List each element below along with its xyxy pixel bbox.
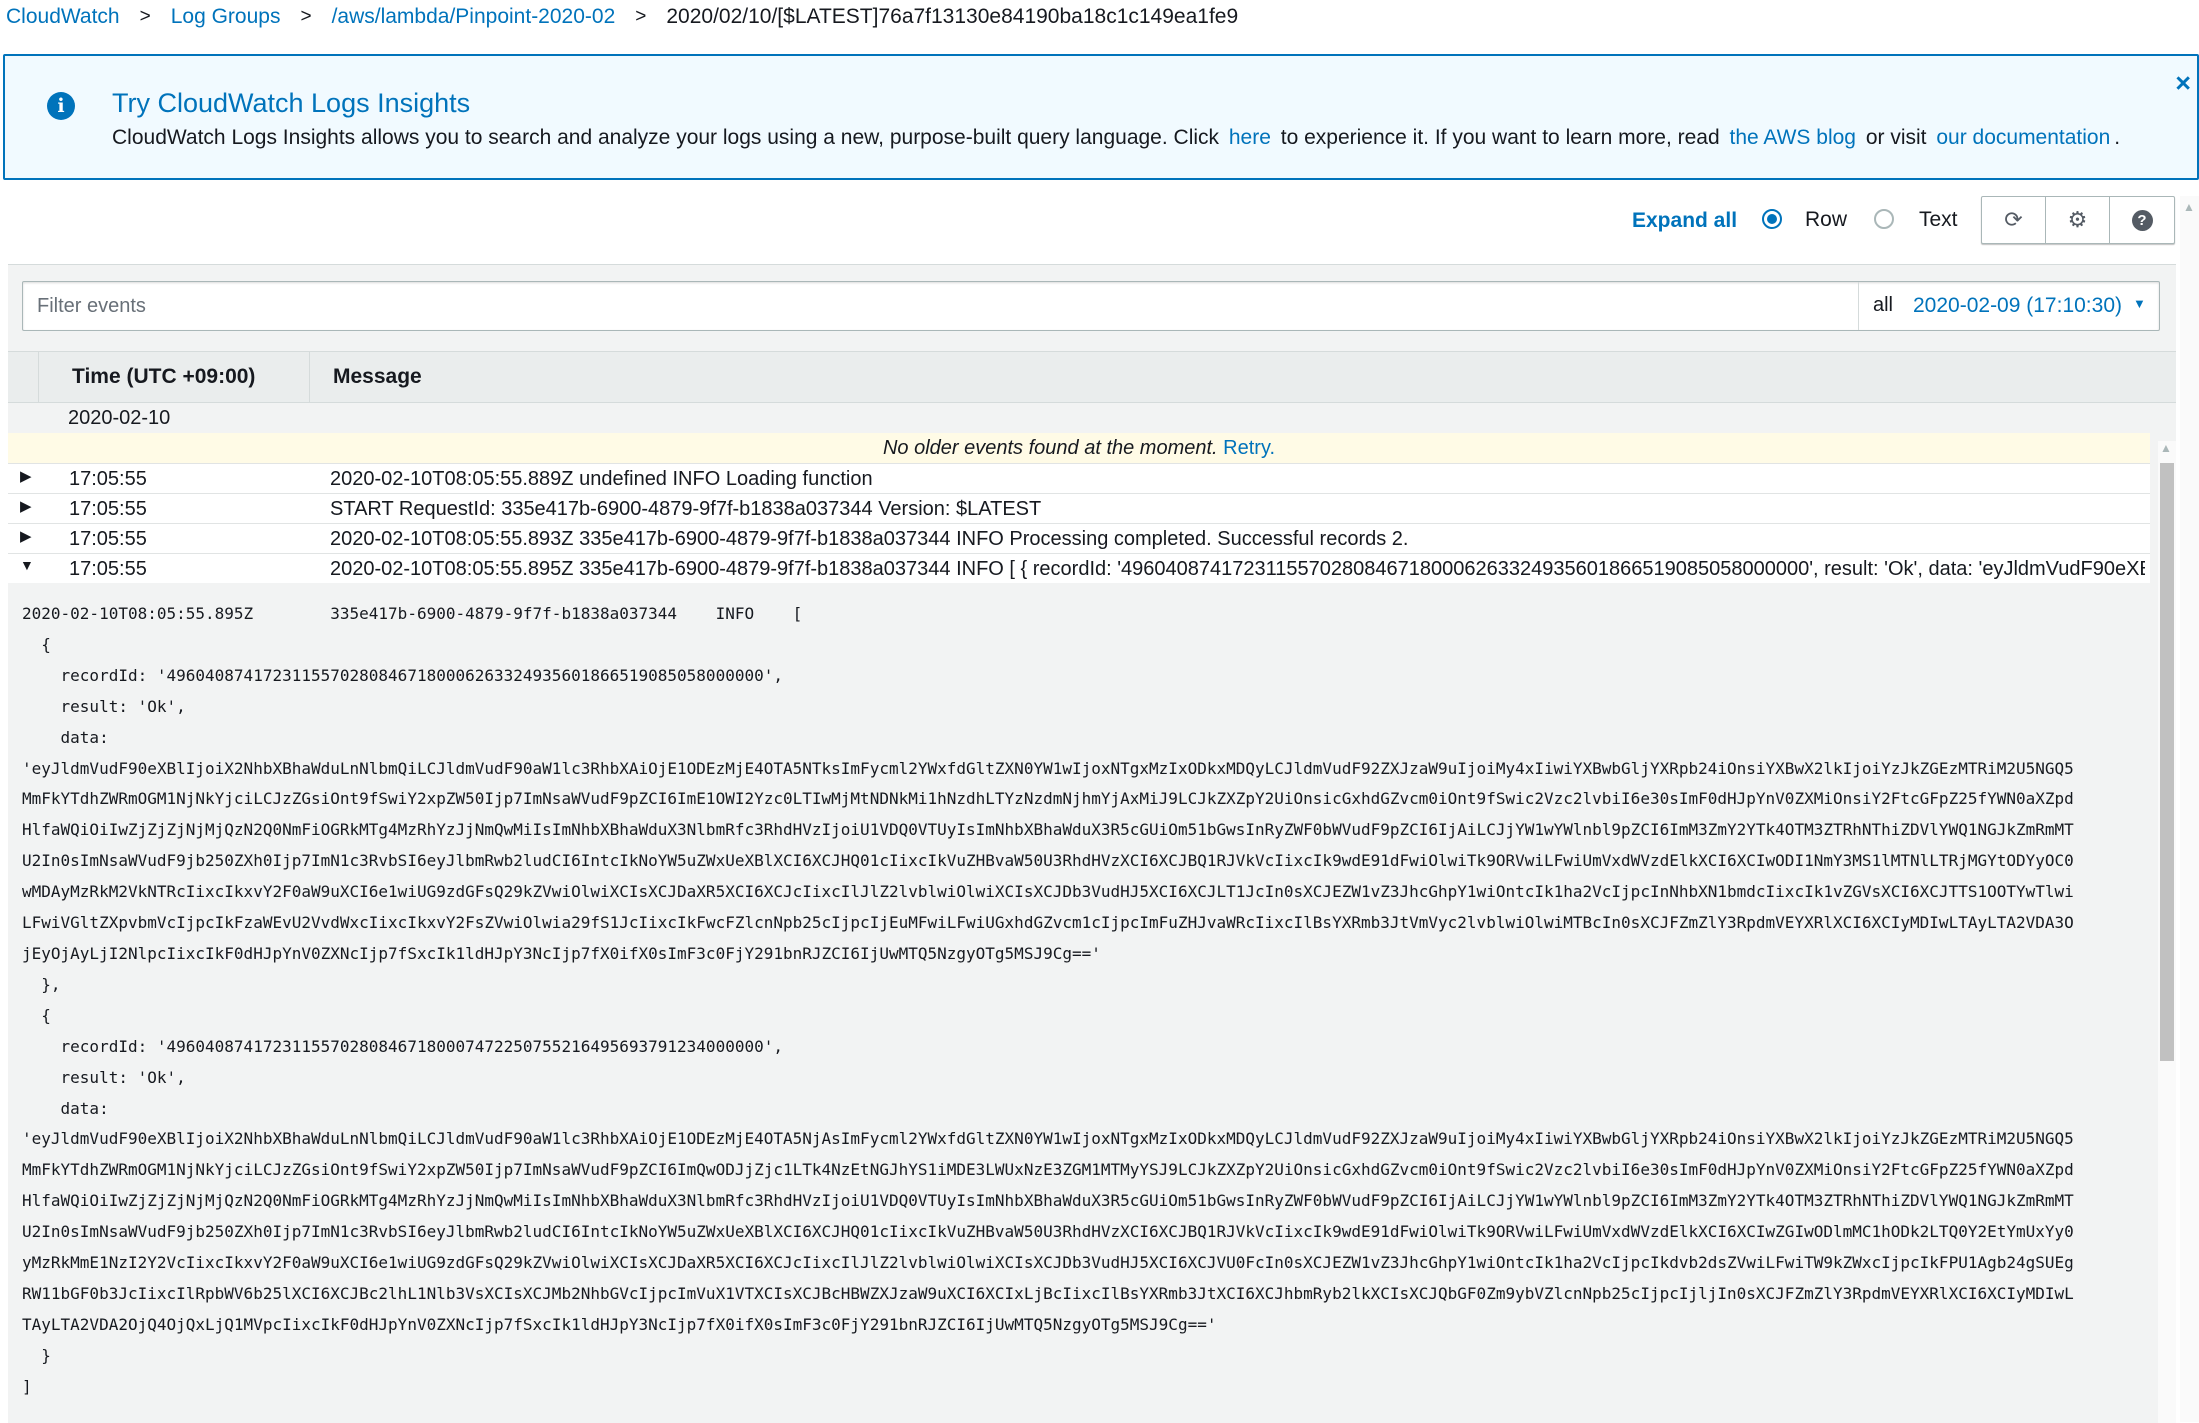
table-row[interactable]: ▶ 17:05:55 START RequestId: 335e417b-690… [8,493,2150,523]
breadcrumb-log-groups[interactable]: Log Groups [171,5,281,29]
scroll-up-icon[interactable]: ▲ [2160,441,2172,455]
events-scrollbar[interactable]: ▲ [2158,441,2176,1423]
filter-bar: all 2020-02-09 (17:10:30) ▼ [22,281,2160,331]
caret-right-icon[interactable]: ▶ [20,497,32,515]
expanded-event-detail: 2020-02-10T08:05:55.895Z 335e417b-6900-4… [8,583,2150,1423]
scroll-up-icon[interactable]: ▲ [2183,200,2195,214]
caret-down-icon[interactable]: ▼ [2133,296,2146,311]
event-detail-text: 2020-02-10T08:05:55.895Z 335e417b-6900-4… [22,604,2074,1396]
retry-link[interactable]: Retry. [1223,437,1275,459]
insights-banner: i Try CloudWatch Logs Insights CloudWatc… [3,54,2199,180]
event-time: 17:05:55 [69,468,147,490]
banner-text: or visit [1865,126,1927,149]
event-message: 2020-02-10T08:05:55.893Z 335e417b-6900-4… [330,528,1409,550]
toolbar: Expand all Row Text ⟳ ⚙ ? [0,196,2199,246]
column-divider [309,352,310,402]
table-row[interactable]: ▶ 17:05:55 2020-02-10T08:05:55.889Z unde… [8,463,2150,493]
breadcrumb-separator: > [139,6,151,27]
event-time: 17:05:55 [69,558,147,580]
view-text-label[interactable]: Text [1919,208,1958,232]
settings-button[interactable]: ⚙ [2046,197,2110,243]
event-message: 2020-02-10T08:05:55.895Z 335e417b-6900-4… [330,558,2145,580]
date-group-label: 2020-02-10 [68,407,171,429]
event-time: 17:05:55 [69,498,147,520]
breadcrumb-log-group[interactable]: /aws/lambda/Pinpoint-2020-02 [332,5,616,29]
view-row-label[interactable]: Row [1805,208,1847,232]
breadcrumb-separator: > [635,6,647,27]
event-message: START RequestId: 335e417b-6900-4879-9f7f… [330,498,1042,520]
info-icon: i [47,92,75,120]
no-older-events-notice: No older events found at the moment. Ret… [8,433,2150,463]
breadcrumb-log-stream: 2020/02/10/[$LATEST]76a7f13130e84190ba18… [666,5,1239,28]
column-divider [38,352,39,402]
banner-link-here[interactable]: here [1229,126,1271,149]
date-group-row: 2020-02-10 [8,403,2176,433]
banner-link-documentation[interactable]: our documentation [1936,126,2110,149]
table-header: Time (UTC +09:00) Message [8,351,2176,403]
refresh-icon: ⟳ [2004,207,2023,232]
page-scrollbar[interactable]: ▲ [2180,196,2199,1422]
banner-body: CloudWatch Logs Insights allows you to s… [112,126,2120,150]
breadcrumb-cloudwatch[interactable]: CloudWatch [6,5,120,29]
log-events-panel: all 2020-02-09 (17:10:30) ▼ Time (UTC +0… [8,264,2176,1423]
close-icon[interactable]: × [2175,68,2191,99]
banner-text: CloudWatch Logs Insights allows you to s… [112,126,1220,149]
caret-right-icon[interactable]: ▶ [20,527,32,545]
banner-link-aws-blog[interactable]: the AWS blog [1730,126,1856,149]
help-button[interactable]: ? [2110,197,2174,243]
table-row[interactable]: ▶ 17:05:55 2020-02-10T08:05:55.893Z 335e… [8,523,2150,553]
help-icon: ? [2131,209,2153,231]
banner-title: Try CloudWatch Logs Insights [112,88,471,118]
event-time: 17:05:55 [69,528,147,550]
table-row[interactable]: ▼ 17:05:55 2020-02-10T08:05:55.895Z 335e… [8,553,2150,583]
time-range-selector[interactable]: 2020-02-09 (17:10:30) [1913,294,2122,318]
breadcrumb-separator: > [300,6,312,27]
event-message: 2020-02-10T08:05:55.889Z undefined INFO … [330,468,873,490]
breadcrumb: CloudWatch > Log Groups > /aws/lambda/Pi… [6,0,1238,34]
gear-icon: ⚙ [2067,207,2088,232]
banner-text: . [2114,126,2121,149]
view-text-radio[interactable] [1874,209,1894,229]
expand-all-button[interactable]: Expand all [1632,209,1737,233]
banner-text: to experience it. If you want to learn m… [1280,126,1720,149]
filter-events-input[interactable] [23,282,1859,330]
time-range-all[interactable]: all [1863,294,1903,317]
notice-text: No older events found at the moment. [882,437,1218,459]
column-header-message[interactable]: Message [333,352,422,402]
refresh-button[interactable]: ⟳ [1982,197,2046,243]
scrollbar-thumb[interactable] [2160,463,2174,1061]
caret-down-icon[interactable]: ▼ [20,557,34,573]
caret-right-icon[interactable]: ▶ [20,467,32,485]
column-header-time[interactable]: Time (UTC +09:00) [72,352,255,402]
toolbar-button-group: ⟳ ⚙ ? [1981,196,2175,244]
view-row-radio[interactable] [1762,209,1782,229]
